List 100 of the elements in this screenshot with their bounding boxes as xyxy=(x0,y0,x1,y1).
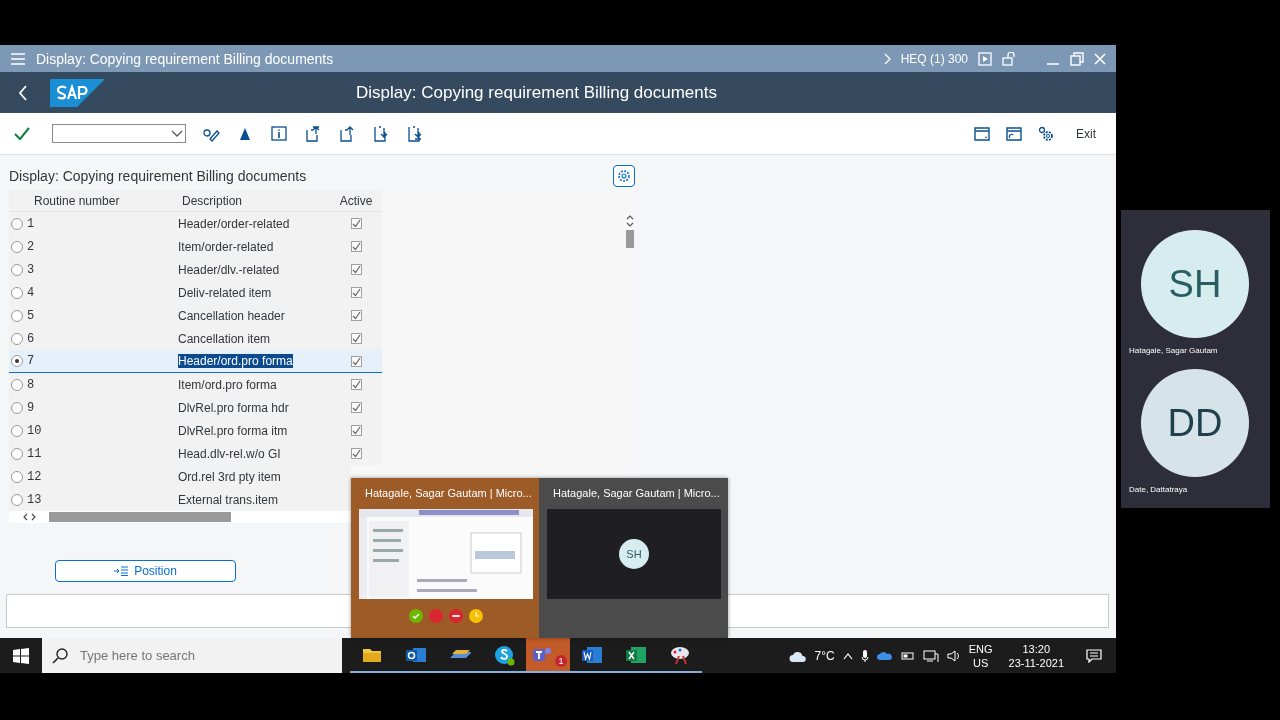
table-row[interactable]: 8 Item/ord.pro forma xyxy=(9,373,382,396)
radio-button[interactable] xyxy=(11,309,23,322)
radio-button[interactable] xyxy=(11,217,23,230)
window-title: Display: Copying requirement Billing documents xyxy=(36,50,334,67)
settings-button[interactable] xyxy=(613,165,635,187)
table-row[interactable]: 3 Header/dlv.-related xyxy=(9,258,382,281)
routine-number: 8 xyxy=(27,377,35,392)
preview-title: Hatagale, Sagar Gautam | Micro... xyxy=(365,486,532,499)
description: Header/ord.pro forma xyxy=(178,354,293,368)
checkmark-icon[interactable] xyxy=(14,126,30,141)
chevron-right-icon[interactable] xyxy=(882,52,891,65)
first-page-icon[interactable] xyxy=(304,124,322,143)
table-row[interactable]: 4 Deliv-related item xyxy=(9,281,382,304)
settings-icon xyxy=(617,169,631,183)
column-header: Routine number xyxy=(34,193,120,208)
window-preview[interactable]: Hatagale, Sagar Gautam | Micro... SH xyxy=(539,478,727,638)
radio-button[interactable] xyxy=(11,378,23,391)
scroll-left-icon[interactable] xyxy=(21,513,28,521)
window-star-icon[interactable] xyxy=(974,125,990,142)
radio-button[interactable] xyxy=(11,240,23,253)
radio-button[interactable] xyxy=(11,424,23,437)
notification-badge: 1 xyxy=(555,655,567,667)
region[interactable]: US xyxy=(973,655,989,670)
logo[interactable] xyxy=(50,78,105,107)
participant-name: Hatagale, Sagar Gautam xyxy=(1129,346,1219,355)
radio-button[interactable] xyxy=(11,263,23,276)
position-icon xyxy=(114,566,129,576)
scroll-arrows-icon[interactable] xyxy=(626,214,634,228)
command-field[interactable] xyxy=(52,124,186,143)
description: Header/dlv.-related xyxy=(178,262,280,277)
search-bar[interactable]: Type here to search xyxy=(42,638,342,673)
table-row[interactable]: 9 DlvRel.pro forma hdr xyxy=(9,396,382,419)
close-icon[interactable] xyxy=(1094,52,1106,65)
routine-number: 1 xyxy=(27,216,35,231)
last-page-icon[interactable] xyxy=(406,124,424,143)
clock-circle-icon[interactable] xyxy=(469,609,483,623)
table-row[interactable]: 2 Item/order-related xyxy=(9,235,382,258)
settings-icon[interactable] xyxy=(1038,125,1054,142)
radio-button[interactable] xyxy=(11,447,23,460)
chevron-up-icon[interactable] xyxy=(842,651,853,660)
routine-number: 9 xyxy=(27,400,35,415)
system-info: HEQ (1) 300 xyxy=(900,51,968,66)
clock-time[interactable]: 13:20 xyxy=(1022,641,1051,656)
battery-icon[interactable] xyxy=(900,650,915,661)
routine-number: 13 xyxy=(27,492,42,507)
restore-icon[interactable] xyxy=(1070,51,1084,66)
notifications-icon[interactable] xyxy=(1086,648,1102,663)
scrollbar-thumb[interactable] xyxy=(49,512,231,522)
cloud-icon[interactable] xyxy=(876,650,893,661)
minus-circle-icon[interactable] xyxy=(449,609,463,623)
routine-number: 7 xyxy=(27,354,35,368)
scrollbar-thumb[interactable] xyxy=(626,230,634,248)
description: Head.dlv-rel.w/o GI xyxy=(178,446,281,461)
avatar: SH xyxy=(1141,230,1249,338)
description: External trans.item xyxy=(178,492,279,507)
search-input[interactable]: Type here to search xyxy=(78,647,322,664)
scroll-right-icon[interactable] xyxy=(30,513,37,521)
description: Ord.rel 3rd pty item xyxy=(178,469,281,484)
back-icon[interactable] xyxy=(18,84,28,101)
table-row[interactable]: 6 Cancellation item xyxy=(9,327,382,350)
volume-icon[interactable] xyxy=(946,649,961,662)
table-row[interactable]: 1 Header/order-related xyxy=(9,212,382,235)
radio-button[interactable] xyxy=(11,332,23,345)
avatar: DD xyxy=(1141,369,1249,477)
table-row[interactable]: 12 Ord.rel 3rd pty item xyxy=(9,465,351,488)
radio-button[interactable] xyxy=(11,470,23,483)
taskbar-button[interactable]: 1 xyxy=(526,638,570,673)
network-icon[interactable] xyxy=(922,648,939,663)
check-circle-icon[interactable] xyxy=(409,609,423,623)
window-refresh-icon[interactable] xyxy=(1006,125,1022,142)
previous-page-icon[interactable] xyxy=(338,124,356,143)
table-row[interactable]: 13 External trans.item xyxy=(9,488,351,511)
radio-button[interactable] xyxy=(11,493,23,506)
info-icon[interactable] xyxy=(270,124,288,143)
skype-app-icon xyxy=(493,643,515,666)
table-row[interactable]: 7 Header/ord.pro forma xyxy=(9,350,382,373)
routine-number: 2 xyxy=(27,239,35,254)
table-row[interactable]: 11 Head.dlv-rel.w/o GI xyxy=(9,442,382,465)
microphone-icon[interactable] xyxy=(860,648,869,663)
page-title: Display: Copying requirement Billing documents xyxy=(355,82,718,103)
clock-date[interactable]: 23-11-2021 xyxy=(1008,655,1064,670)
window-preview[interactable]: Hatagale, Sagar Gautam | Micro... xyxy=(351,478,539,638)
position-button[interactable]: Position xyxy=(55,560,236,582)
play-icon[interactable] xyxy=(978,51,992,66)
lock-icon[interactable] xyxy=(1002,51,1016,66)
radio-button[interactable] xyxy=(11,401,23,414)
windows-start-icon[interactable] xyxy=(13,647,29,664)
table-row[interactable]: 10 DlvRel.pro forma itm xyxy=(9,419,382,442)
description: Item/ord.pro forma xyxy=(178,377,277,392)
description: DlvRel.pro forma itm xyxy=(178,423,288,438)
column-header: Active xyxy=(339,193,373,208)
radio-button[interactable] xyxy=(11,286,23,299)
radio-button[interactable] xyxy=(11,355,23,367)
exit-button[interactable]: Exit xyxy=(1070,122,1102,145)
table-row[interactable]: 5 Cancellation header xyxy=(9,304,382,327)
description: Item/order-related xyxy=(178,239,274,254)
next-page-icon[interactable] xyxy=(372,124,390,143)
routine-number: 11 xyxy=(27,446,42,461)
language[interactable]: ENG xyxy=(968,641,993,656)
description: Header/order-related xyxy=(178,216,290,231)
